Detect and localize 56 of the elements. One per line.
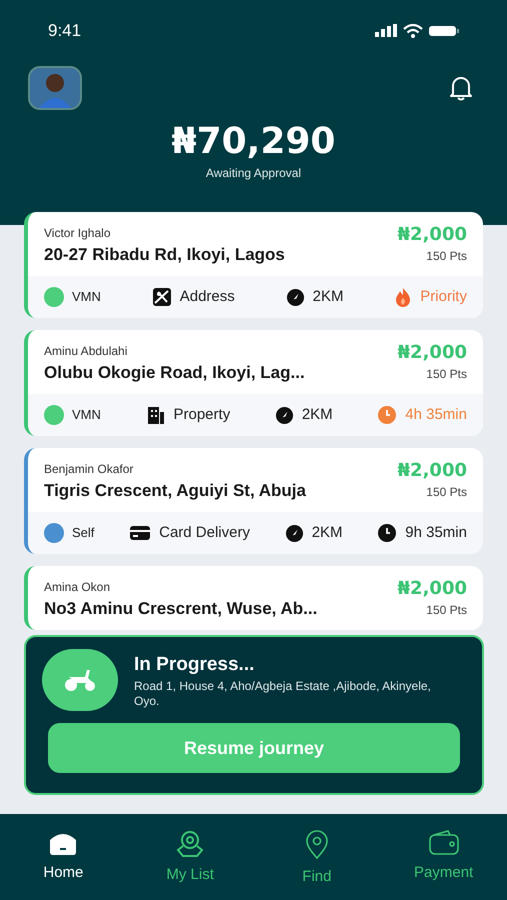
- job-points: 150 Pts: [426, 484, 467, 500]
- clock-icon: [377, 405, 398, 425]
- signal-icon: [375, 24, 397, 38]
- fire-icon: [394, 287, 412, 307]
- compass-icon: [284, 524, 304, 542]
- progress-title: In Progress...: [134, 652, 256, 677]
- delivery-address: 20-27 Ribadu Rd, Ikoyi, Lagos: [44, 244, 285, 266]
- nav-tab[interactable]: My List: [140, 830, 240, 886]
- tag-label: 2KM: [302, 404, 333, 425]
- tag-label: Self: [72, 524, 94, 542]
- tag-label: Address: [180, 286, 235, 307]
- job-card[interactable]: Victor Ighalo 20-27 Ribadu Rd, Ikoyi, Lagos ₦2,000 150 Pts VMN Address 2KM Priority: [24, 212, 483, 318]
- job-card[interactable]: Aminu Abdulahi Olubu Okogie Road, Ikoyi, Lag... ₦2,000 150 Pts VMN Property 2KM 4h 35min: [24, 330, 483, 436]
- customer-name: Victor Ighalo: [44, 225, 112, 242]
- nav-tab[interactable]: Home: [13, 830, 114, 884]
- battery-icon: [429, 24, 459, 37]
- clock-icon: [377, 523, 398, 543]
- job-price: ₦2,000: [398, 460, 467, 482]
- delivery-address: Tigris Crescent, Aguiyi St, Abuja: [44, 480, 306, 502]
- customer-name: Aminu Abdulahi: [44, 343, 128, 360]
- job-points: 150 Pts: [426, 248, 467, 264]
- building-icon: [146, 405, 166, 425]
- card-icon: [129, 525, 152, 541]
- job-points: 150 Pts: [426, 366, 467, 382]
- job-price: ₦2,000: [398, 342, 467, 364]
- tag-label: VMN: [72, 288, 101, 306]
- customer-name: Amina Okon: [44, 579, 112, 596]
- tag-label: Property: [174, 404, 230, 425]
- tag-label: 2KM: [312, 522, 343, 543]
- tag-label: 9h 35min: [405, 522, 467, 543]
- tag-label: 2KM: [312, 286, 344, 307]
- compass-icon: [274, 406, 294, 424]
- job-points: 150 Pts: [426, 602, 467, 618]
- job-card[interactable]: Amina Okon No3 Aminu Crescrent, Wuse, Ab... ₦2,000 150 Pts: [24, 566, 483, 630]
- delivery-address: Olubu Okogie Road, Ikoyi, Lag...: [44, 362, 305, 384]
- job-price: ₦2,000: [398, 578, 467, 600]
- balance-label: Awaiting Approval: [206, 164, 302, 182]
- location-icon: [304, 830, 330, 860]
- avatar[interactable]: [28, 66, 82, 110]
- customer-name: Benjamin Okafor: [44, 461, 134, 478]
- tag-label: 4h 35min: [405, 404, 467, 425]
- tag-label: VMN: [72, 406, 101, 424]
- nav-tab[interactable]: Payment: [394, 830, 494, 884]
- compass-icon: [286, 288, 305, 306]
- tag-label: Card Delivery: [159, 522, 250, 543]
- job-card[interactable]: Benjamin Okafor Tigris Crescent, Aguiyi St, Abuja ₦2,000 150 Pts Self Card Delivery 2KM 9h 35min: [24, 448, 483, 554]
- wifi-icon: [403, 24, 423, 38]
- tag-label: Priority: [420, 286, 467, 307]
- balance-amount: ₦70,290: [172, 124, 336, 160]
- map-pin-icon: [175, 830, 206, 858]
- progress-address: Road 1, House 4, Aho/Agbeja Estate ,Ajibode, Akinyele, Oyo.: [134, 679, 432, 710]
- wallet-icon: [428, 830, 460, 856]
- nav-tab[interactable]: Find: [266, 830, 367, 888]
- delivery-address: No3 Aminu Crescrent, Wuse, Ab...: [44, 598, 318, 620]
- status-time: 9:41: [48, 20, 82, 42]
- job-price: ₦2,000: [398, 224, 467, 246]
